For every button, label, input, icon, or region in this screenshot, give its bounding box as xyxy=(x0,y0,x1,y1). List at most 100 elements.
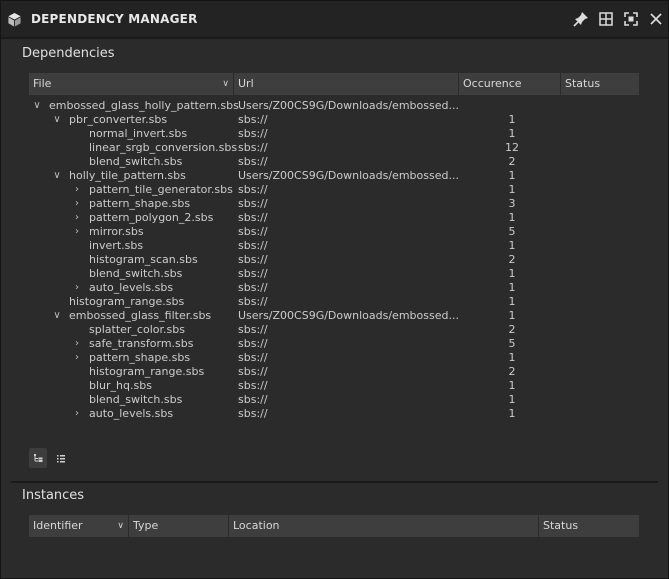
tree-row[interactable]: › auto_levels.sbs sbs:// 1 xyxy=(29,281,639,295)
file-name: auto_levels.sbs xyxy=(89,407,174,420)
tree-row[interactable]: normal_invert.sbs sbs:// 1 xyxy=(29,127,639,141)
occurence-count: 5 xyxy=(508,225,516,238)
tree-row[interactable]: › pattern_polygon_2.sbs sbs:// 1 xyxy=(29,211,639,225)
column-occurence[interactable]: Occurence xyxy=(459,73,561,95)
chevron-right-icon[interactable]: › xyxy=(72,351,82,365)
occurence-count: 1 xyxy=(508,113,516,126)
file-url: sbs:// xyxy=(238,183,268,196)
chevron-down-icon[interactable]: ∨ xyxy=(52,309,62,323)
tree-view-button[interactable] xyxy=(29,448,47,468)
tree-view-icon xyxy=(34,454,43,462)
pin-icon[interactable] xyxy=(572,10,590,28)
file-name: blend_switch.sbs xyxy=(89,393,183,406)
tree-row[interactable]: histogram_range.sbs sbs:// 1 xyxy=(29,295,639,309)
occurence-count: 2 xyxy=(508,253,516,266)
tree-row[interactable]: blur_hq.sbs sbs:// 1 xyxy=(29,379,639,393)
tree-row[interactable]: blend_switch.sbs sbs:// 1 xyxy=(29,267,639,281)
column-instance-status[interactable]: Status xyxy=(539,515,639,537)
column-file[interactable]: File ∨ xyxy=(29,73,234,95)
tree-row[interactable]: ∨ holly_tile_pattern.sbs Users/Z00CS9G/Dow… xyxy=(29,169,639,183)
tree-row[interactable]: blend_switch.sbs sbs:// 2 xyxy=(29,155,639,169)
tree-row[interactable]: splatter_color.sbs sbs:// 2 xyxy=(29,323,639,337)
occurence-count: 1 xyxy=(508,295,516,308)
layout-icon[interactable] xyxy=(597,10,615,28)
occurence-count: 1 xyxy=(508,267,516,280)
file-name: pattern_shape.sbs xyxy=(89,197,191,210)
file-name: pattern_shape.sbs xyxy=(89,351,191,364)
file-name: splatter_color.sbs xyxy=(89,323,185,336)
occurence-count: 1 xyxy=(508,379,516,392)
chevron-right-icon[interactable]: › xyxy=(72,183,82,197)
chevron-right-icon[interactable]: › xyxy=(72,407,82,421)
file-url: sbs:// xyxy=(238,141,268,154)
tree-row[interactable]: › pattern_shape.sbs sbs:// 3 xyxy=(29,197,639,211)
occurence-count: 12 xyxy=(505,141,519,154)
section-divider xyxy=(11,481,658,483)
chevron-right-icon[interactable]: › xyxy=(72,337,82,351)
file-url: sbs:// xyxy=(238,407,268,420)
tree-row[interactable]: blend_switch.sbs sbs:// 1 xyxy=(29,393,639,407)
chevron-right-icon[interactable]: › xyxy=(72,281,82,295)
tree-row[interactable]: invert.sbs sbs:// 1 xyxy=(29,239,639,253)
instances-header: Identifier ∨ Type Location Status xyxy=(29,515,639,537)
file-name: pbr_converter.sbs xyxy=(69,113,168,126)
file-url: sbs:// xyxy=(238,351,268,364)
file-url: sbs:// xyxy=(238,281,268,294)
column-status-label: Status xyxy=(565,77,601,90)
tree-row[interactable]: linear_srgb_conversion.sbs sbs:// 12 xyxy=(29,141,639,155)
close-icon[interactable] xyxy=(647,10,665,28)
occurence-count: 3 xyxy=(508,197,516,210)
tree-row[interactable]: histogram_range.sbs sbs:// 2 xyxy=(29,365,639,379)
chevron-down-icon[interactable]: ∨ xyxy=(117,515,124,537)
instances-heading: Instances xyxy=(22,488,85,503)
tree-row[interactable]: › mirror.sbs sbs:// 5 xyxy=(29,225,639,239)
chevron-right-icon[interactable]: › xyxy=(72,225,82,239)
dependencies-heading: Dependencies xyxy=(22,46,115,61)
file-name: linear_srgb_conversion.sbs xyxy=(89,141,238,154)
occurence-count: 1 xyxy=(508,239,516,252)
file-url: sbs:// xyxy=(238,113,268,126)
tree-row[interactable]: › safe_transform.sbs sbs:// 5 xyxy=(29,337,639,351)
file-url: sbs:// xyxy=(238,267,268,280)
file-name: pattern_polygon_2.sbs xyxy=(89,211,214,224)
occurence-count: 2 xyxy=(508,155,516,168)
tree-row[interactable]: › pattern_tile_generator.sbs sbs:// 1 xyxy=(29,183,639,197)
tree-row[interactable]: ∨ pbr_converter.sbs sbs:// 1 xyxy=(29,113,639,127)
file-name: blur_hq.sbs xyxy=(89,379,152,392)
tree-row[interactable]: › pattern_shape.sbs sbs:// 1 xyxy=(29,351,639,365)
occurence-count: 1 xyxy=(508,351,516,364)
column-file-label: File xyxy=(33,77,52,90)
file-name: normal_invert.sbs xyxy=(89,127,188,140)
chevron-down-icon[interactable]: ∨ xyxy=(52,113,62,127)
file-url: Users/Z00CS9G/Downloads/embossed... xyxy=(238,169,459,182)
column-url[interactable]: Url xyxy=(234,73,459,95)
occurence-count: 2 xyxy=(508,323,516,336)
file-name: blend_switch.sbs xyxy=(89,267,183,280)
file-url: sbs:// xyxy=(238,379,268,392)
tree-row[interactable]: ∨ embossed_glass_holly_pattern.sbs Users/Z… xyxy=(29,99,639,113)
chevron-down-icon[interactable]: ∨ xyxy=(222,73,229,95)
file-name: mirror.sbs xyxy=(89,225,144,238)
column-type[interactable]: Type xyxy=(129,515,229,537)
maximize-icon[interactable] xyxy=(622,10,640,28)
chevron-down-icon[interactable]: ∨ xyxy=(32,99,42,113)
chevron-down-icon[interactable]: ∨ xyxy=(52,169,62,183)
chevron-right-icon[interactable]: › xyxy=(72,211,82,225)
column-identifier-label: Identifier xyxy=(33,519,83,532)
tree-row[interactable]: histogram_scan.sbs sbs:// 2 xyxy=(29,253,639,267)
list-view-button[interactable] xyxy=(52,448,70,468)
instances-table: Identifier ∨ Type Location Status xyxy=(29,515,639,539)
occurence-count: 5 xyxy=(508,337,516,350)
column-status[interactable]: Status xyxy=(561,73,639,95)
tree-row[interactable]: ∨ embossed_glass_filter.sbs Users/Z00CS9G/… xyxy=(29,309,639,323)
file-url: sbs:// xyxy=(238,365,268,378)
chevron-right-icon[interactable]: › xyxy=(72,197,82,211)
occurence-count: 1 xyxy=(508,183,516,196)
file-url: Users/Z00CS9G/Downloads/embossed... xyxy=(238,309,459,322)
column-location[interactable]: Location xyxy=(229,515,539,537)
column-identifier[interactable]: Identifier ∨ xyxy=(29,515,129,537)
column-type-label: Type xyxy=(133,519,159,532)
file-url: Users/Z00CS9G/Downloads/embossed... xyxy=(238,99,459,112)
tree-row[interactable]: › auto_levels.sbs sbs:// 1 xyxy=(29,407,639,421)
file-url: sbs:// xyxy=(238,239,268,252)
